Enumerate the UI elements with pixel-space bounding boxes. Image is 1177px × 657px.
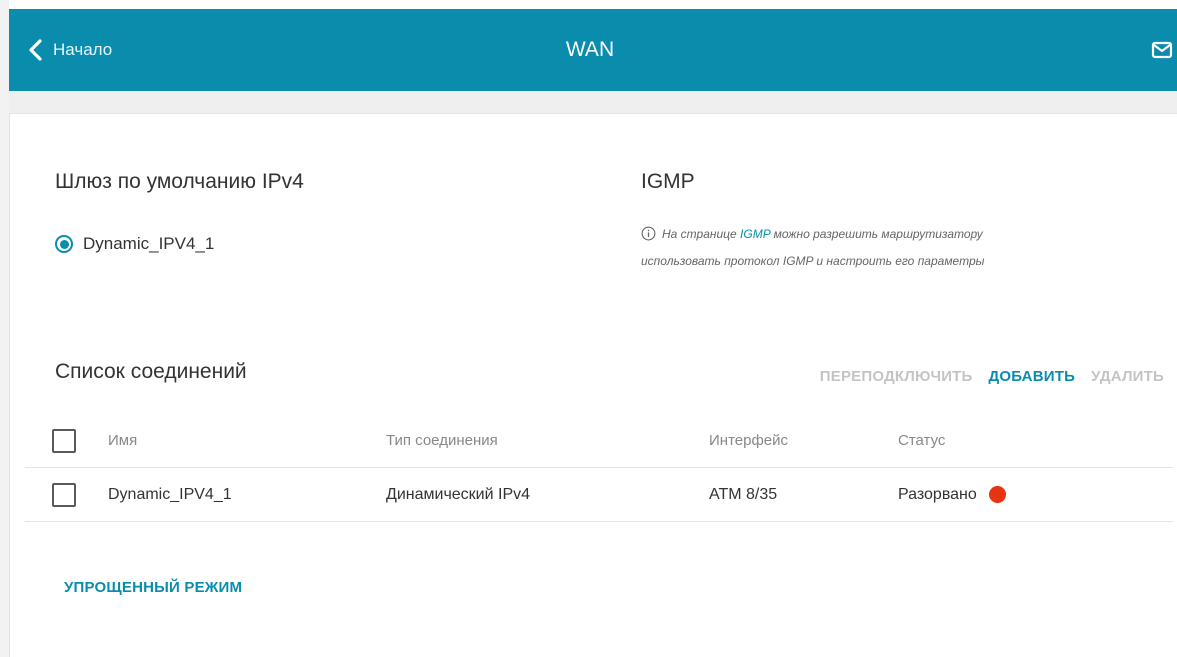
app-header: Начало WAN: [9, 9, 1177, 91]
connection-name: Dynamic_IPV4_1: [108, 485, 232, 503]
simple-mode-link[interactable]: УПРОЩЕННЫЙ РЕЖИМ: [64, 579, 242, 596]
table-row[interactable]: Dynamic_IPV4_1 Динамический IPv4 ATM 8/3…: [25, 468, 1173, 522]
column-header-name: Имя: [108, 432, 138, 449]
chevron-left-icon: [29, 39, 42, 61]
mail-icon[interactable]: [1151, 39, 1173, 61]
back-button[interactable]: Начало: [27, 9, 112, 91]
info-icon: [641, 226, 656, 241]
reconnect-button[interactable]: ПЕРЕПОДКЛЮЧИТЬ: [820, 368, 973, 385]
top-frame-edge: [9, 0, 1177, 9]
row-checkbox[interactable]: [52, 482, 76, 507]
connection-status-cell: Разорвано: [898, 468, 1006, 521]
select-all-cell: [52, 414, 76, 467]
column-header-status: Статус: [898, 432, 946, 449]
back-label: Начало: [53, 40, 113, 59]
delete-button[interactable]: УДАЛИТЬ: [1091, 368, 1164, 385]
header-separator: [9, 91, 1177, 114]
info-text-after: можно разрешить маршрутизатору: [770, 227, 983, 241]
gateway-radio-option[interactable]: Dynamic_IPV4_1: [55, 234, 214, 254]
connections-table: Имя Тип соединения Интерфейс Статус Dyna…: [25, 414, 1173, 522]
connections-heading: Список соединений: [55, 360, 247, 383]
connection-interface: ATM 8/35: [709, 485, 778, 503]
row-checkbox-cell: [52, 468, 76, 521]
igmp-heading: IGMP: [641, 170, 695, 193]
igmp-link[interactable]: IGMP: [740, 227, 770, 241]
connection-status: Разорвано: [898, 485, 977, 503]
add-button[interactable]: ДОБАВИТЬ: [989, 368, 1076, 385]
content-card: [13, 114, 1177, 657]
status-disconnected-icon: [988, 486, 1006, 503]
info-text-before: На странице: [662, 227, 741, 241]
column-header-interface: Интерфейс: [709, 432, 789, 449]
radio-selected-dot: [59, 239, 69, 249]
connection-type: Динамический IPv4: [386, 485, 531, 503]
info-text-line2: использовать протокол IGMP и настроить е…: [641, 254, 985, 268]
connections-actions: ПЕРЕПОДКЛЮЧИТЬ ДОБАВИТЬ УДАЛИТЬ: [820, 368, 1164, 385]
page-title: WAN: [565, 38, 615, 61]
table-header-row: Имя Тип соединения Интерфейс Статус: [25, 414, 1173, 468]
select-all-checkbox[interactable]: [52, 428, 76, 453]
gateway-heading: Шлюз по умолчанию IPv4: [55, 170, 304, 193]
column-header-type: Тип соединения: [386, 432, 498, 449]
radio-button[interactable]: [55, 235, 73, 253]
gateway-option-label: Dynamic_IPV4_1: [83, 234, 215, 253]
igmp-info-text: На странице IGMP можно разрешить маршрут…: [641, 221, 1111, 275]
